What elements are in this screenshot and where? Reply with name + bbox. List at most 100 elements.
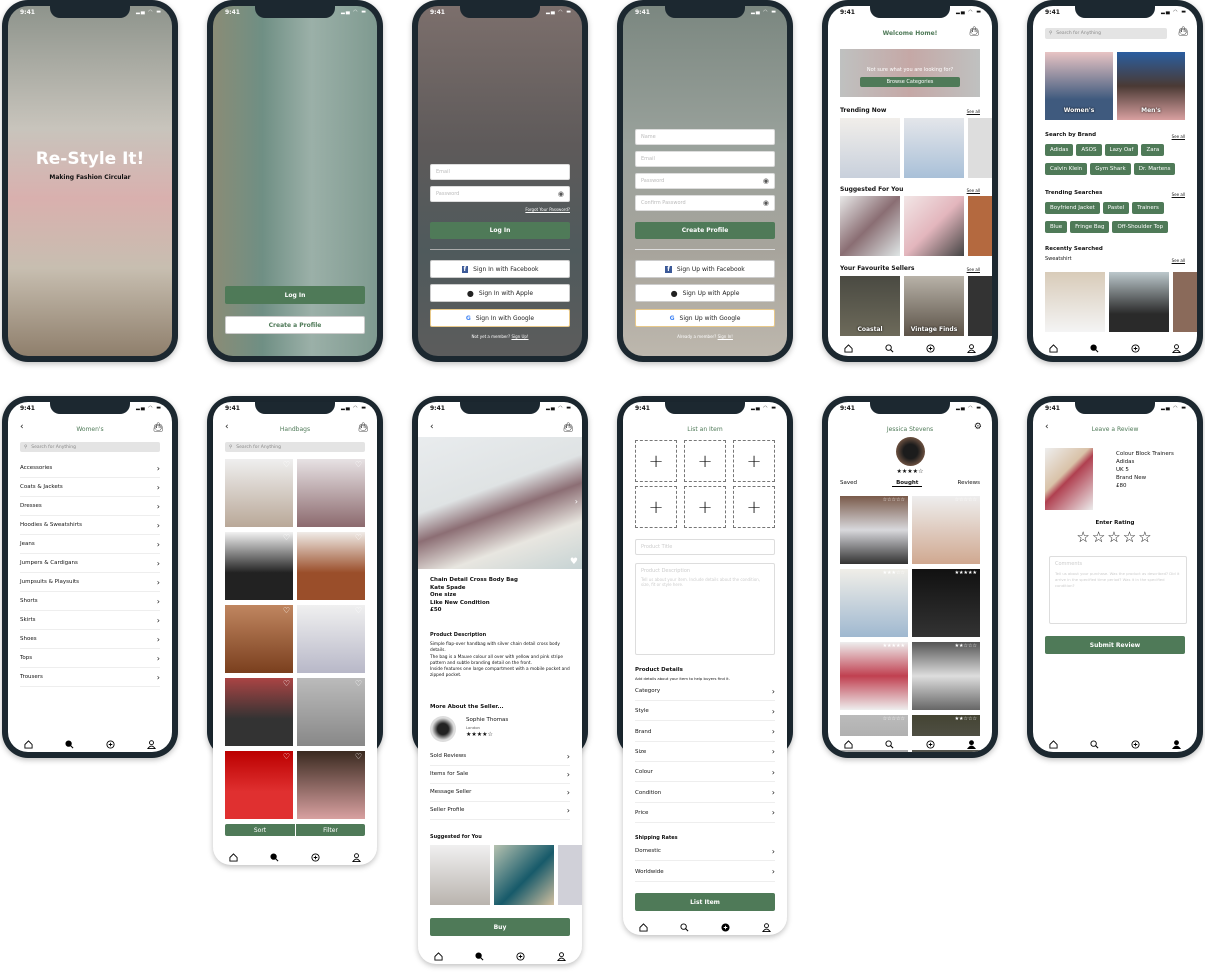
product-thumb[interactable] xyxy=(1109,272,1169,332)
profile-icon[interactable] xyxy=(147,734,156,753)
email-input[interactable]: Email xyxy=(430,164,570,180)
search-input[interactable]: ⚲ Search for Anything xyxy=(225,442,365,452)
home-icon[interactable] xyxy=(229,847,238,866)
product-thumb[interactable] xyxy=(558,845,582,905)
product-tile[interactable]: ★★☆☆☆ xyxy=(912,642,980,710)
forgot-password-link[interactable]: Forgot Your Password? xyxy=(525,207,570,212)
home-icon[interactable] xyxy=(844,338,853,357)
profile-icon[interactable] xyxy=(1172,338,1181,357)
see-all-link[interactable]: See all xyxy=(1172,258,1185,263)
brand-chip[interactable]: Lazy Oaf xyxy=(1104,144,1139,156)
product-description-input[interactable]: Product Description Tell us about your i… xyxy=(635,563,775,655)
add-listing-icon[interactable] xyxy=(721,917,730,936)
home-icon[interactable] xyxy=(24,734,33,753)
category-row[interactable]: Jumpers & Cardigans › xyxy=(20,554,160,573)
product-title-input[interactable]: Product Title xyxy=(635,539,775,555)
trending-chip[interactable]: Blue xyxy=(1045,221,1068,233)
create-profile-button[interactable]: Create Profile xyxy=(635,222,775,239)
product-thumb[interactable] xyxy=(430,845,490,905)
trending-chip[interactable]: Off-Shoulder Top xyxy=(1112,221,1169,233)
add-photo-button[interactable]: + xyxy=(733,440,775,482)
category-men[interactable]: Men's xyxy=(1117,52,1185,120)
apple-signin-button[interactable]: ● Sign In with Apple xyxy=(430,284,570,302)
email-input[interactable]: Email xyxy=(635,151,775,167)
add-photo-button[interactable]: + xyxy=(635,440,677,482)
heart-icon[interactable]: ♡ xyxy=(283,752,290,761)
product-thumb[interactable] xyxy=(968,118,992,178)
create-profile-button[interactable]: Create a Profile xyxy=(225,316,365,334)
login-button[interactable]: Log In xyxy=(225,286,365,304)
trending-chip[interactable]: Fringe Bag xyxy=(1070,221,1110,233)
product-tile[interactable]: ♡ xyxy=(225,751,293,819)
heart-icon[interactable]: ♡ xyxy=(283,606,290,615)
search-input[interactable]: ⚲ Search for Anything xyxy=(1045,28,1167,39)
product-tile[interactable]: ♡ xyxy=(225,459,293,527)
product-tile[interactable]: ★★★☆☆ xyxy=(840,569,908,637)
brand-chip[interactable]: Zara xyxy=(1141,144,1165,156)
search-input[interactable]: ⚲ Search for Anything xyxy=(20,442,160,452)
see-all-link[interactable]: See all xyxy=(967,267,980,272)
product-thumb[interactable] xyxy=(904,196,964,256)
product-tile[interactable]: ★★★★★ xyxy=(912,569,980,637)
heart-icon[interactable]: ♡ xyxy=(283,460,290,469)
seller-link-row[interactable]: Seller Profile › xyxy=(430,801,570,820)
shopping-bag-icon[interactable]: 👜︎ xyxy=(969,28,980,37)
seller-avatar[interactable] xyxy=(430,716,456,742)
product-tile[interactable]: ♡ xyxy=(225,532,293,600)
signin-link[interactable]: Sign In! xyxy=(718,334,733,339)
heart-icon[interactable]: ♡ xyxy=(355,606,362,615)
heart-icon[interactable]: ♡ xyxy=(355,533,362,542)
rating-star[interactable]: ☆ xyxy=(1107,528,1122,546)
brand-chip[interactable]: Calvin Klein xyxy=(1045,163,1088,175)
category-row[interactable]: Shorts › xyxy=(20,592,160,611)
seller-card[interactable]: Vintage Finds xyxy=(904,276,964,336)
seller-link-row[interactable]: Items for Sale › xyxy=(430,765,570,784)
profile-icon[interactable] xyxy=(352,847,361,866)
add-listing-icon[interactable] xyxy=(106,734,115,753)
profile-icon[interactable] xyxy=(557,946,566,965)
detail-row[interactable]: Brand › xyxy=(635,723,775,742)
heart-icon[interactable]: ♡ xyxy=(355,752,362,761)
category-row[interactable]: Shoes › xyxy=(20,630,160,649)
apple-signup-button[interactable]: ● Sign Up with Apple xyxy=(635,284,775,302)
shipping-row[interactable]: Domestic › xyxy=(635,842,775,861)
product-thumb[interactable] xyxy=(840,118,900,178)
product-tile[interactable]: ♡ xyxy=(225,678,293,746)
detail-row[interactable]: Condition › xyxy=(635,784,775,803)
eye-icon[interactable]: ◉ xyxy=(763,177,769,185)
rating-star[interactable]: ☆ xyxy=(1092,528,1107,546)
rating-star[interactable]: ☆ xyxy=(1076,528,1091,546)
submit-review-button[interactable]: Submit Review xyxy=(1045,636,1185,654)
profile-icon[interactable] xyxy=(967,338,976,357)
product-thumb[interactable] xyxy=(1045,272,1105,332)
brand-chip[interactable]: Adidas xyxy=(1045,144,1074,156)
shopping-bag-icon[interactable]: 👜︎ xyxy=(1178,28,1189,37)
product-tile[interactable]: ♡ xyxy=(297,678,365,746)
category-row[interactable]: Skirts › xyxy=(20,611,160,630)
category-women[interactable]: Women's xyxy=(1045,52,1113,120)
home-icon[interactable] xyxy=(434,946,443,965)
list-item-button[interactable]: List Item xyxy=(635,893,775,911)
name-input[interactable]: Name xyxy=(635,129,775,145)
facebook-signup-button[interactable]: f Sign Up with Facebook xyxy=(635,260,775,278)
comments-input[interactable]: Comments Tell us about your purchase. Wa… xyxy=(1049,556,1187,624)
detail-row[interactable]: Colour › xyxy=(635,763,775,783)
search-icon[interactable] xyxy=(1090,338,1099,357)
password-input[interactable]: Password ◉ xyxy=(635,173,775,189)
rating-star[interactable]: ☆ xyxy=(1138,528,1153,546)
add-listing-icon[interactable] xyxy=(926,338,935,357)
product-tile[interactable]: ♡ xyxy=(297,605,365,673)
category-row[interactable]: Dresses › xyxy=(20,497,160,516)
home-icon[interactable] xyxy=(1049,734,1058,753)
add-listing-icon[interactable] xyxy=(516,946,525,965)
brand-chip[interactable]: ASOS xyxy=(1076,144,1102,156)
add-listing-icon[interactable] xyxy=(1131,338,1140,357)
buy-button[interactable]: Buy xyxy=(430,918,570,936)
product-tile[interactable]: ★★★★★ xyxy=(840,642,908,710)
detail-row[interactable]: Price › xyxy=(635,804,775,823)
detail-row[interactable]: Category › xyxy=(635,682,775,701)
tab-saved[interactable]: Saved xyxy=(840,480,857,487)
back-chevron-icon[interactable]: ‹ xyxy=(430,423,434,432)
see-all-link[interactable]: See all xyxy=(967,188,980,193)
add-photo-button[interactable]: + xyxy=(635,486,677,528)
